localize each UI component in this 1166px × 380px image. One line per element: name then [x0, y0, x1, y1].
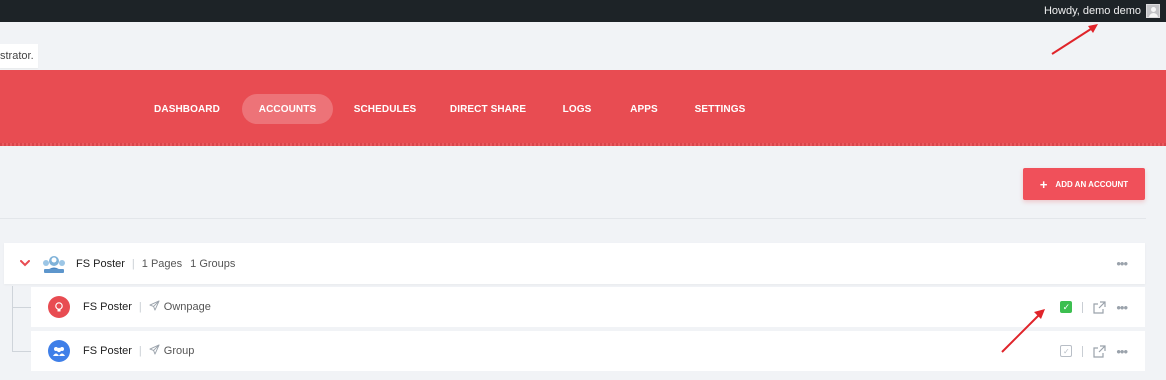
- inactive-checkbox[interactable]: ✓: [1060, 345, 1073, 357]
- page-avatar-icon: [48, 296, 70, 318]
- admin-notice: strator.: [0, 44, 38, 68]
- tree-connector: [12, 351, 31, 352]
- send-icon: [149, 300, 160, 314]
- more-options-icon[interactable]: •••: [1116, 345, 1128, 358]
- nav-logs[interactable]: LOGS: [560, 94, 594, 124]
- tree-connector: [12, 286, 13, 352]
- node-type: Group: [163, 345, 195, 357]
- divider: [0, 218, 1146, 219]
- collapse-chevron-icon[interactable]: [20, 260, 34, 267]
- account-row-main[interactable]: FS Poster | 1 Pages 1 Groups •••: [4, 243, 1145, 284]
- nav-accounts[interactable]: ACCOUNTS: [242, 94, 333, 124]
- more-options-icon[interactable]: •••: [1116, 257, 1128, 270]
- group-avatar-icon: [48, 340, 70, 362]
- more-options-icon[interactable]: •••: [1116, 301, 1128, 314]
- separator: |: [131, 257, 135, 270]
- send-icon: [149, 344, 160, 358]
- account-groups-count: 1 Groups: [190, 257, 236, 270]
- howdy-text[interactable]: Howdy, demo demo: [1044, 5, 1141, 17]
- user-menu[interactable]: Howdy, demo demo: [1044, 0, 1160, 22]
- nav-schedules[interactable]: SCHEDULES: [352, 94, 418, 124]
- separator: |: [138, 345, 142, 357]
- nav-dashboard[interactable]: DASHBOARD: [152, 94, 222, 124]
- user-avatar-icon[interactable]: [1146, 4, 1160, 18]
- add-account-button[interactable]: + ADD AN ACCOUNT: [1023, 168, 1145, 200]
- annotation-arrow-icon: [1051, 24, 1098, 55]
- nav-apps[interactable]: APPS: [627, 94, 661, 124]
- account-group-avatar-icon: [42, 253, 65, 275]
- external-link-icon[interactable]: [1093, 300, 1106, 314]
- plugin-navbar: DASHBOARD ACCOUNTS SCHEDULES DIRECT SHAR…: [0, 70, 1166, 146]
- external-link-icon[interactable]: [1093, 344, 1106, 358]
- tree-connector: [12, 307, 31, 308]
- add-account-label: ADD AN ACCOUNT: [1055, 179, 1129, 189]
- notice-text: strator.: [0, 50, 34, 62]
- plus-icon: +: [1039, 176, 1048, 192]
- account-pages-count: 1 Pages: [141, 257, 183, 270]
- account-name: FS Poster: [76, 257, 125, 270]
- node-account-name: FS Poster: [83, 301, 132, 313]
- nav-direct-share[interactable]: DIRECT SHARE: [450, 94, 526, 124]
- account-row-ownpage[interactable]: FS Poster | Ownpage ✓ •••: [31, 287, 1145, 327]
- active-checkbox[interactable]: ✓: [1060, 301, 1073, 313]
- separator: [1082, 301, 1084, 313]
- account-row-group[interactable]: FS Poster | Group ✓ •••: [31, 331, 1145, 371]
- separator: |: [138, 301, 142, 313]
- node-account-name: FS Poster: [83, 345, 132, 357]
- separator: [1082, 345, 1084, 357]
- admin-bar: Howdy, demo demo: [0, 0, 1166, 22]
- nav-settings[interactable]: SETTINGS: [692, 94, 748, 124]
- node-type: Ownpage: [163, 301, 211, 313]
